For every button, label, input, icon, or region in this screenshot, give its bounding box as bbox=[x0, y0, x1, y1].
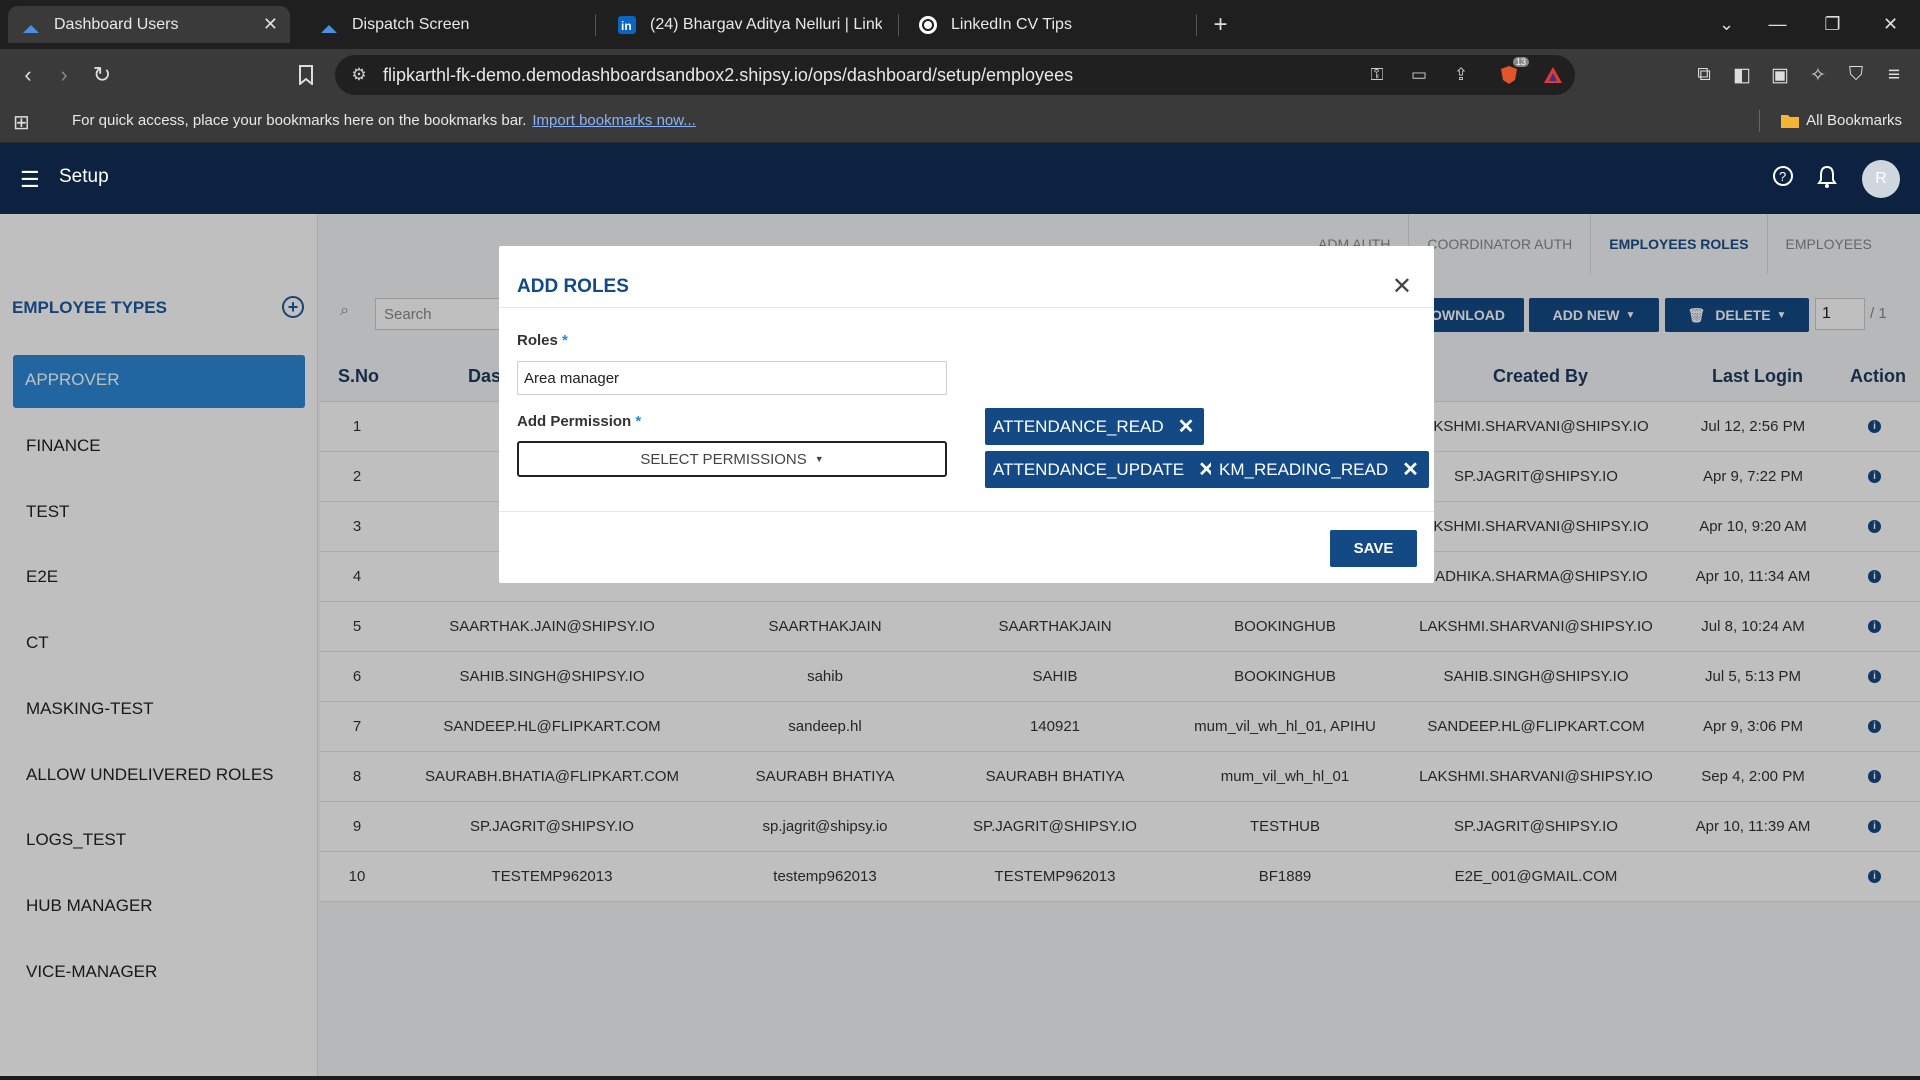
tab-separator bbox=[595, 14, 596, 36]
browser-tab-dispatch-screen[interactable]: Dispatch Screen bbox=[306, 6, 586, 43]
tab-title: (24) Bhargav Aditya Nelluri | LinkedI bbox=[650, 15, 882, 33]
permission-label-text: Add Permission bbox=[517, 413, 632, 430]
tab-close-icon[interactable]: ✕ bbox=[263, 14, 278, 35]
chatgpt-favicon-icon bbox=[917, 14, 939, 36]
vpn-icon[interactable]: ⛉ bbox=[1840, 59, 1872, 91]
sidebar-toggle-icon[interactable]: ◧ bbox=[1726, 59, 1758, 91]
leo-ai-icon[interactable]: ✧ bbox=[1802, 59, 1834, 91]
browser-tab-linkedin-profile[interactable]: in (24) Bhargav Aditya Nelluri | LinkedI bbox=[604, 6, 894, 43]
permission-chip-attendance-read: ATTENDANCE_READ ✕ bbox=[985, 408, 1205, 445]
roles-label-text: Roles bbox=[517, 332, 558, 349]
site-settings-icon[interactable]: ⚙ bbox=[347, 63, 371, 87]
tab-separator bbox=[898, 14, 899, 36]
roles-input[interactable]: Area manager bbox=[517, 361, 947, 395]
hamburger-menu-icon[interactable]: ☰ bbox=[20, 167, 40, 193]
tab-separator bbox=[1196, 14, 1197, 36]
modal-footer-divider bbox=[499, 511, 1434, 512]
bookmarks-hint-text: For quick access, place your bookmarks h… bbox=[72, 112, 527, 129]
password-key-icon[interactable]: ⚿ bbox=[1365, 63, 1389, 87]
menu-icon[interactable]: ≡ bbox=[1878, 59, 1910, 91]
linkedin-favicon-icon: in bbox=[616, 14, 638, 36]
chip-label: KM_READING_READ bbox=[1219, 459, 1389, 479]
cast-icon[interactable]: ▭ bbox=[1407, 63, 1431, 87]
minimize-icon[interactable]: — bbox=[1755, 0, 1800, 49]
folder-icon bbox=[1781, 114, 1800, 128]
add-roles-modal: ADD ROLES ✕ Roles * Area manager Add Per… bbox=[499, 246, 1434, 583]
page-title: Setup bbox=[59, 166, 109, 187]
brave-rewards-icon[interactable] bbox=[1541, 63, 1565, 87]
all-bookmarks-label: All Bookmarks bbox=[1806, 112, 1902, 129]
notification-bell-icon[interactable] bbox=[1816, 165, 1838, 195]
browser-toolbar: ‹ › ↻ ⚙ flipkarthl-fk-demo.demodashboard… bbox=[0, 49, 1920, 101]
new-tab-icon[interactable]: + bbox=[1198, 0, 1243, 49]
tab-title: LinkedIn CV Tips bbox=[951, 15, 1072, 33]
select-permissions-label: SELECT PERMISSIONS bbox=[640, 450, 807, 468]
required-mark: * bbox=[562, 332, 568, 349]
bookmark-icon[interactable] bbox=[290, 59, 322, 91]
svg-text:in: in bbox=[621, 19, 632, 33]
svg-text:?: ? bbox=[1779, 169, 1786, 184]
wallet-icon[interactable]: ▣ bbox=[1764, 59, 1796, 91]
restore-icon[interactable]: ❐ bbox=[1810, 0, 1855, 49]
all-bookmarks-button[interactable]: All Bookmarks bbox=[1780, 112, 1902, 129]
tab-search-chevron-icon[interactable]: ⌄ bbox=[1704, 0, 1749, 49]
bookmarks-bar: ⊞ For quick access, place your bookmarks… bbox=[0, 101, 1920, 143]
remove-chip-icon[interactable]: ✕ bbox=[1402, 457, 1419, 482]
extensions-icon[interactable]: ⧉ bbox=[1688, 59, 1720, 91]
save-button[interactable]: SAVE bbox=[1330, 530, 1417, 567]
modal-title: ADD ROLES bbox=[517, 276, 629, 297]
bookmarks-divider bbox=[1759, 110, 1760, 132]
help-icon[interactable]: ? bbox=[1772, 165, 1794, 193]
browser-tab-dashboard-users[interactable]: Dashboard Users ✕ bbox=[8, 6, 290, 43]
bottom-strip bbox=[0, 1076, 1920, 1080]
tab-title: Dashboard Users bbox=[54, 15, 179, 33]
modal-close-icon[interactable]: ✕ bbox=[1392, 272, 1412, 301]
chip-label: ATTENDANCE_READ bbox=[993, 416, 1164, 436]
reload-icon[interactable]: ↻ bbox=[86, 59, 118, 91]
browser-tab-bar: Dashboard Users ✕ Dispatch Screen in (24… bbox=[0, 0, 1920, 49]
shipsy-favicon-icon bbox=[20, 14, 42, 36]
chip-label: ATTENDANCE_UPDATE bbox=[993, 459, 1185, 479]
add-permission-label: Add Permission * bbox=[517, 413, 641, 430]
import-bookmarks-link[interactable]: Import bookmarks now... bbox=[532, 112, 695, 129]
browser-tab-linkedin-cv-tips[interactable]: LinkedIn CV Tips bbox=[905, 6, 1195, 43]
required-mark: * bbox=[635, 413, 642, 430]
caret-down-icon: ▼ bbox=[814, 454, 824, 464]
address-bar[interactable]: ⚙ flipkarthl-fk-demo.demodashboardsandbo… bbox=[335, 55, 1575, 95]
apps-grid-icon[interactable]: ⊞ bbox=[13, 110, 30, 135]
select-permissions-dropdown[interactable]: SELECT PERMISSIONS ▼ bbox=[517, 441, 947, 477]
modal-divider bbox=[499, 307, 1434, 308]
shipsy-favicon-icon bbox=[318, 14, 340, 36]
back-icon[interactable]: ‹ bbox=[12, 59, 44, 91]
bookmarks-message: For quick access, place your bookmarks h… bbox=[72, 112, 696, 129]
remove-chip-icon[interactable]: ✕ bbox=[1178, 414, 1195, 439]
url-text: flipkarthl-fk-demo.demodashboardsandbox2… bbox=[383, 65, 1074, 85]
forward-icon[interactable]: › bbox=[48, 59, 80, 91]
shields-count-badge: 13 bbox=[1513, 57, 1530, 67]
permission-chip-km-reading-read: KM_READING_READ ✕ bbox=[1211, 451, 1429, 488]
roles-label: Roles * bbox=[517, 332, 568, 349]
app-header: ☰ Setup ? R bbox=[0, 143, 1920, 214]
share-icon[interactable]: ⇪ bbox=[1449, 63, 1473, 87]
tab-title: Dispatch Screen bbox=[352, 15, 470, 33]
user-avatar[interactable]: R bbox=[1862, 160, 1900, 198]
window-close-icon[interactable]: ✕ bbox=[1868, 0, 1913, 49]
permission-chip-attendance-update: ATTENDANCE_UPDATE ✕ bbox=[985, 451, 1225, 488]
